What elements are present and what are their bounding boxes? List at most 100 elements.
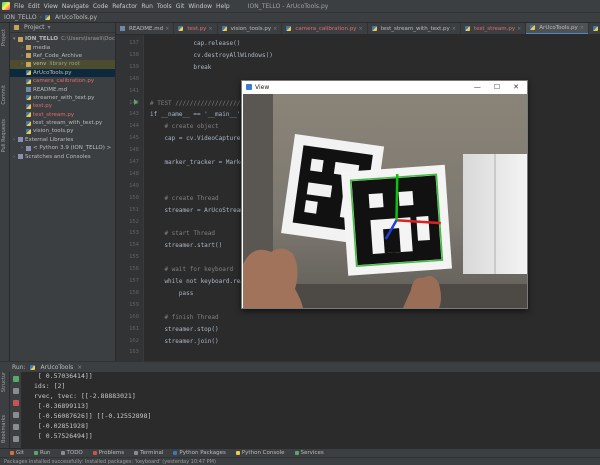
line-number: 140 xyxy=(129,75,139,82)
menu-edit[interactable]: Edit xyxy=(28,3,40,10)
run-gutter-icon[interactable] xyxy=(134,99,138,105)
tree-item[interactable]: › media xyxy=(10,43,115,51)
tree-item[interactable]: camera_calibration.py xyxy=(10,77,115,85)
code-line[interactable]: # wait for keyboard xyxy=(150,266,233,273)
code-line[interactable]: streamer.start() xyxy=(150,242,222,249)
code-line[interactable]: break xyxy=(150,64,211,71)
tree-item[interactable]: README.md xyxy=(10,85,115,93)
bottom-tab-problems[interactable]: Problems xyxy=(92,450,124,456)
rerun-icon[interactable] xyxy=(13,376,19,382)
stop-icon[interactable] xyxy=(13,400,19,406)
code-line[interactable]: # start Thread xyxy=(150,230,215,237)
sidebar-tab-bookmarks[interactable]: Bookmarks xyxy=(1,415,7,443)
tree-item[interactable]: › Scratches and Consoles xyxy=(10,152,115,160)
folder-icon xyxy=(26,61,31,67)
menu-file[interactable]: File xyxy=(14,3,24,10)
minimize-button[interactable]: — xyxy=(474,83,481,91)
editor-tab[interactable]: test_stream_with_text.py × xyxy=(368,23,461,34)
bottom-tab-python-console[interactable]: Python Console xyxy=(235,450,285,456)
tree-item[interactable]: › < Python 3.9 (ION_TELLO) > xyxy=(10,144,115,152)
close-tab-icon[interactable]: × xyxy=(358,26,362,32)
code-line[interactable]: streamer.join() xyxy=(150,338,218,345)
code-line[interactable]: # create Thread xyxy=(150,195,218,202)
code-line[interactable]: cap = cv.VideoCapture( xyxy=(150,135,243,142)
menu-tools[interactable]: Tools xyxy=(157,3,172,10)
menu-git[interactable]: Git xyxy=(176,3,185,10)
close-tab-icon[interactable]: × xyxy=(273,26,277,32)
tree-item[interactable]: › venv library root xyxy=(10,60,115,69)
run-console-output[interactable]: [ 0.57036414]] ids: [2] rvec, tvec: [[-2.8… xyxy=(22,372,600,448)
menu-run[interactable]: Run xyxy=(141,3,153,10)
code-line[interactable]: cap.release() xyxy=(150,40,240,47)
tree-item[interactable]: ▾ION_TELLOC:\Users\Israeli\Docume xyxy=(10,35,115,43)
editor-tab[interactable]: vision_tools.py × xyxy=(218,23,283,34)
code-line[interactable]: pass xyxy=(150,290,193,297)
console-line: rvec, tvec: [[-2.88883021] xyxy=(34,392,136,400)
sidebar-tab-project[interactable]: Project xyxy=(1,29,7,46)
view-window-titlebar[interactable]: View — ☐ ✕ xyxy=(242,81,527,93)
menu-refactor[interactable]: Refactor xyxy=(112,3,137,10)
code-line[interactable]: # TEST //////////////////// xyxy=(150,100,248,107)
bottom-tab-terminal[interactable]: Terminal xyxy=(134,450,163,456)
trash-icon[interactable] xyxy=(13,436,19,442)
menu-help[interactable]: Help xyxy=(216,3,230,10)
bottom-tab-python-console-label: Python Console xyxy=(241,450,285,456)
code-line[interactable]: streamer = ArUcoStream xyxy=(150,207,243,214)
editor-tab[interactable]: test_stream.py × xyxy=(461,23,527,34)
menu-code[interactable]: Code xyxy=(93,3,108,10)
menu-view[interactable]: View xyxy=(44,3,58,10)
sidebar-tab-structure[interactable]: Structure xyxy=(1,369,7,392)
close-button[interactable]: ✕ xyxy=(513,83,519,91)
tree-item[interactable]: test_stream.py xyxy=(10,111,115,119)
console-line: [-0.36899113] xyxy=(34,402,89,410)
breadcrumb-project[interactable]: ION_TELLO xyxy=(4,14,37,21)
chevron-down-icon[interactable]: ▾ xyxy=(48,24,51,31)
editor-tab[interactable]: camera_calibration.py × xyxy=(282,23,368,34)
tree-item-label: ION_TELLO xyxy=(25,36,59,43)
code-line[interactable]: cv.destroyAllWindows() xyxy=(150,52,272,59)
run-config-tab[interactable]: ArUcoTools xyxy=(41,364,74,371)
sidebar-tab-commit[interactable]: Commit xyxy=(1,85,7,105)
bottom-tab-services[interactable]: Services xyxy=(294,450,324,456)
code-line[interactable]: while not keyboard.rea xyxy=(150,278,243,285)
editor-tab[interactable]: ArUcoToolsOld.py× xyxy=(589,23,600,34)
tree-item[interactable]: › External Libraries xyxy=(10,136,115,144)
tree-item[interactable]: streamer_with_text.py xyxy=(10,94,115,102)
sidebar-tab-pull-requests[interactable]: Pull Requests xyxy=(1,119,7,152)
close-tab-icon[interactable]: × xyxy=(517,26,521,32)
bottom-tab-python-packages[interactable]: Python Packages xyxy=(173,450,226,456)
code-line[interactable]: # create object xyxy=(150,123,218,130)
status-text[interactable]: Packages installed successfully: Install… xyxy=(4,459,216,465)
tree-item[interactable]: vision_tools.py xyxy=(10,127,115,135)
menu-window[interactable]: Window xyxy=(188,3,212,10)
soft-wrap-icon[interactable] xyxy=(13,412,19,418)
code-line[interactable]: # finish Thread xyxy=(150,314,218,321)
bottom-tab-git[interactable]: Git xyxy=(10,450,24,456)
tree-item[interactable]: ArUcoTools.py xyxy=(10,68,115,77)
code-line[interactable]: if __name__ == '__main__': xyxy=(150,111,244,118)
close-icon[interactable]: × xyxy=(77,364,82,371)
tree-item[interactable]: test_stream_with_text.py xyxy=(10,119,115,127)
wrench-icon[interactable] xyxy=(13,388,19,394)
menu-navigate[interactable]: Navigate xyxy=(62,3,89,10)
project-panel-title[interactable]: Project xyxy=(24,24,45,31)
tree-item[interactable]: › Ref_Code_Archive xyxy=(10,52,115,60)
print-icon[interactable] xyxy=(13,424,19,430)
code-line[interactable]: streamer.stop() xyxy=(150,326,218,333)
maximize-button[interactable]: ☐ xyxy=(494,83,500,91)
bottom-tab-run[interactable]: Run xyxy=(33,450,51,456)
python-file-icon xyxy=(286,26,292,31)
code-line[interactable]: marker_tracker = Marke xyxy=(150,159,243,166)
bottom-tab-todo[interactable]: TODO xyxy=(60,450,83,456)
close-tab-icon[interactable]: × xyxy=(452,26,456,32)
tree-item-label: README.md xyxy=(33,86,68,93)
tree-item[interactable]: test.py xyxy=(10,102,115,110)
close-tab-icon[interactable]: × xyxy=(580,25,584,31)
editor-tab[interactable]: test.py × xyxy=(174,23,218,34)
view-window[interactable]: View — ☐ ✕ xyxy=(241,80,528,309)
editor-tab[interactable]: README.md × xyxy=(116,23,175,34)
close-tab-icon[interactable]: × xyxy=(208,26,212,32)
editor-tab[interactable]: ArUcoTools.py × xyxy=(526,23,589,34)
breadcrumb-file[interactable]: ArUcoTools.py xyxy=(55,14,97,21)
close-tab-icon[interactable]: × xyxy=(165,26,169,32)
